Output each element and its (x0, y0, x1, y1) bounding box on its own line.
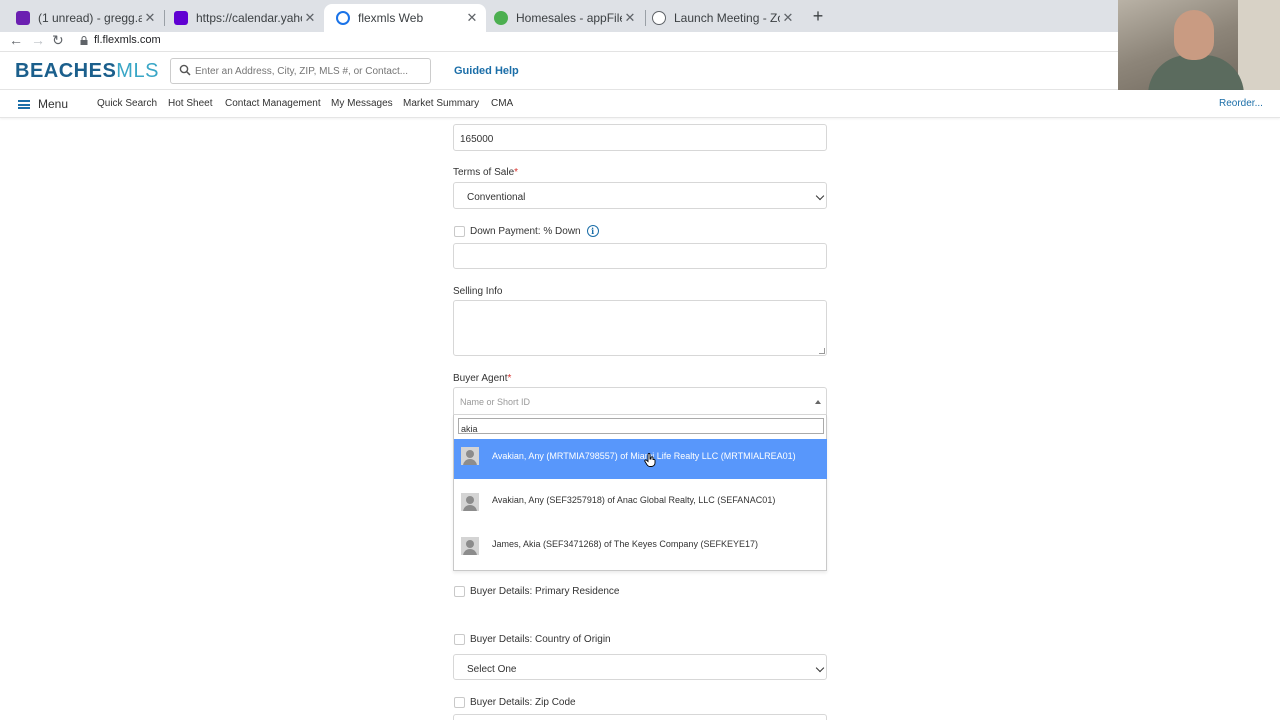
primary-residence-row: Buyer Details: Primary Residence (454, 586, 620, 597)
lock-icon (80, 36, 88, 45)
reorder-link[interactable]: Reorder... (1219, 98, 1263, 109)
appfiles-icon (494, 11, 508, 25)
hamburger-icon (18, 99, 30, 109)
tab-label: flexmls Web (358, 11, 424, 25)
primary-residence-label: Buyer Details: Primary Residence (470, 586, 620, 597)
info-icon[interactable]: i (586, 225, 599, 237)
nav-cma[interactable]: CMA (491, 98, 513, 109)
address-bar: ← → ↻ fl.flexmls.com (0, 32, 1280, 52)
global-search (170, 58, 431, 84)
terms-of-sale-label: Terms of Sale* (453, 167, 519, 178)
country-of-origin-row: Buyer Details: Country of Origin (454, 634, 611, 645)
zip-code-row: Buyer Details: Zip Code (454, 697, 576, 708)
main-nav: Menu Quick Search Hot Sheet Contact Mana… (0, 90, 1280, 118)
site-header: BEACHESMLS Guided Help (0, 52, 1280, 90)
guided-help-link[interactable]: Guided Help (454, 65, 519, 77)
country-of-origin-select[interactable]: Select One (453, 654, 827, 680)
new-tab-button[interactable]: + (808, 6, 828, 27)
close-icon[interactable]: ✕ (622, 10, 638, 26)
buyer-agent-label: Buyer Agent* (453, 373, 512, 384)
buyer-agent-dropdown: Avakian, Any (MRTMIA798557) of Miami Lif… (453, 415, 827, 571)
webcam-person-head (1174, 10, 1214, 60)
buyer-agent-placeholder: Name or Short ID (460, 397, 531, 407)
down-payment-checkbox[interactable] (454, 225, 465, 237)
country-of-origin-label: Buyer Details: Country of Origin (470, 634, 611, 645)
tab-yahoo-calendar[interactable]: https://calendar.yahoo.com/?guce ✕ (162, 4, 324, 32)
flexmls-icon (336, 11, 350, 25)
search-input[interactable] (195, 61, 425, 81)
tab-label: Homesales - appFiles (516, 11, 622, 25)
logo-text-secondary: MLS (116, 60, 159, 82)
down-payment-label: Down Payment: % Down (470, 225, 581, 237)
agent-option[interactable]: James, Akia (SEF3471268) of The Keyes Co… (454, 529, 827, 564)
browser-tab-bar: (1 unread) - gregg.amaral@yahoo.com ✕ ht… (0, 0, 1280, 32)
avatar (461, 537, 479, 555)
nav-my-messages[interactable]: My Messages (331, 98, 393, 109)
tab-label: (1 unread) - gregg.amaral@yahoo.com (38, 11, 142, 25)
buyer-agent-search-input[interactable] (459, 422, 823, 436)
menu-label: Menu (38, 97, 69, 111)
hand-cursor-icon (644, 453, 656, 467)
country-of-origin-checkbox[interactable] (454, 634, 465, 645)
webcam-person-body (1148, 55, 1244, 95)
chevron-down-icon (815, 663, 825, 673)
chevron-down-icon (815, 191, 825, 201)
down-payment-input[interactable] (453, 243, 827, 269)
agent-option-label: Avakian, Any (SEF3257918) of Anac Global… (492, 495, 776, 505)
down-payment-row: Down Payment: % Down i (454, 225, 599, 237)
menu-button[interactable]: Menu (18, 97, 68, 111)
resize-handle-icon[interactable] (819, 348, 825, 354)
buyer-agent-select[interactable]: Name or Short ID (453, 387, 827, 415)
tab-label: Launch Meeting - Zoom (674, 11, 780, 25)
close-icon[interactable]: ✕ (464, 10, 480, 26)
agent-option[interactable]: Avakian, Any (SEF3257918) of Anac Global… (454, 485, 827, 520)
url-field[interactable]: fl.flexmls.com (94, 34, 161, 46)
dropdown-search (458, 418, 824, 436)
webcam-video-overlay (1118, 0, 1280, 95)
country-of-origin-value: Select One (467, 664, 517, 675)
tab-flexmls[interactable]: flexmls Web ✕ (324, 4, 486, 32)
close-icon[interactable]: ✕ (142, 10, 158, 26)
agent-option-label: James, Akia (SEF3471268) of The Keyes Co… (492, 539, 758, 549)
caret-up-icon (815, 400, 821, 404)
logo-text-primary: BEACHES (15, 60, 117, 82)
terms-of-sale-select[interactable]: Conventional (453, 182, 827, 209)
zip-code-checkbox[interactable] (454, 697, 465, 708)
forward-icon[interactable]: → (31, 32, 45, 48)
agent-option[interactable]: Avakian, Any (MRTMIA798557) of Miami Lif… (454, 439, 827, 479)
tab-appfiles[interactable]: Homesales - appFiles ✕ (482, 4, 644, 32)
avatar (461, 447, 479, 465)
back-icon[interactable]: ← (9, 32, 23, 48)
webcam-background (1238, 0, 1280, 92)
mail-icon (16, 11, 30, 25)
zip-code-input[interactable] (453, 714, 827, 720)
nav-contact-management[interactable]: Contact Management (225, 98, 321, 109)
close-icon[interactable]: ✕ (780, 10, 796, 26)
reload-icon[interactable]: ↻ (52, 32, 64, 49)
terms-of-sale-value: Conventional (467, 192, 526, 203)
yahoo-icon (174, 11, 188, 25)
nav-hot-sheet[interactable]: Hot Sheet (168, 98, 212, 109)
selling-info-textarea[interactable] (453, 300, 827, 356)
tab-label: https://calendar.yahoo.com/?guce (196, 11, 302, 25)
avatar (461, 493, 479, 511)
beaches-mls-logo[interactable]: BEACHESMLS (15, 60, 159, 83)
primary-residence-checkbox[interactable] (454, 586, 465, 597)
nav-quick-search[interactable]: Quick Search (97, 98, 157, 109)
nav-market-summary[interactable]: Market Summary (403, 98, 479, 109)
close-icon[interactable]: ✕ (302, 10, 318, 26)
search-icon (179, 64, 191, 76)
zip-code-label: Buyer Details: Zip Code (470, 697, 576, 708)
tab-yahoo-mail[interactable]: (1 unread) - gregg.amaral@yahoo.com ✕ (4, 4, 164, 32)
sold-price-input[interactable]: 165000 (453, 124, 827, 151)
selling-info-label: Selling Info (453, 286, 503, 297)
listing-form: 165000 Terms of Sale* Conventional Down … (0, 118, 1280, 720)
tab-zoom[interactable]: Launch Meeting - Zoom ✕ (640, 4, 802, 32)
globe-icon (652, 11, 666, 25)
sold-price-value: 165000 (460, 134, 494, 145)
